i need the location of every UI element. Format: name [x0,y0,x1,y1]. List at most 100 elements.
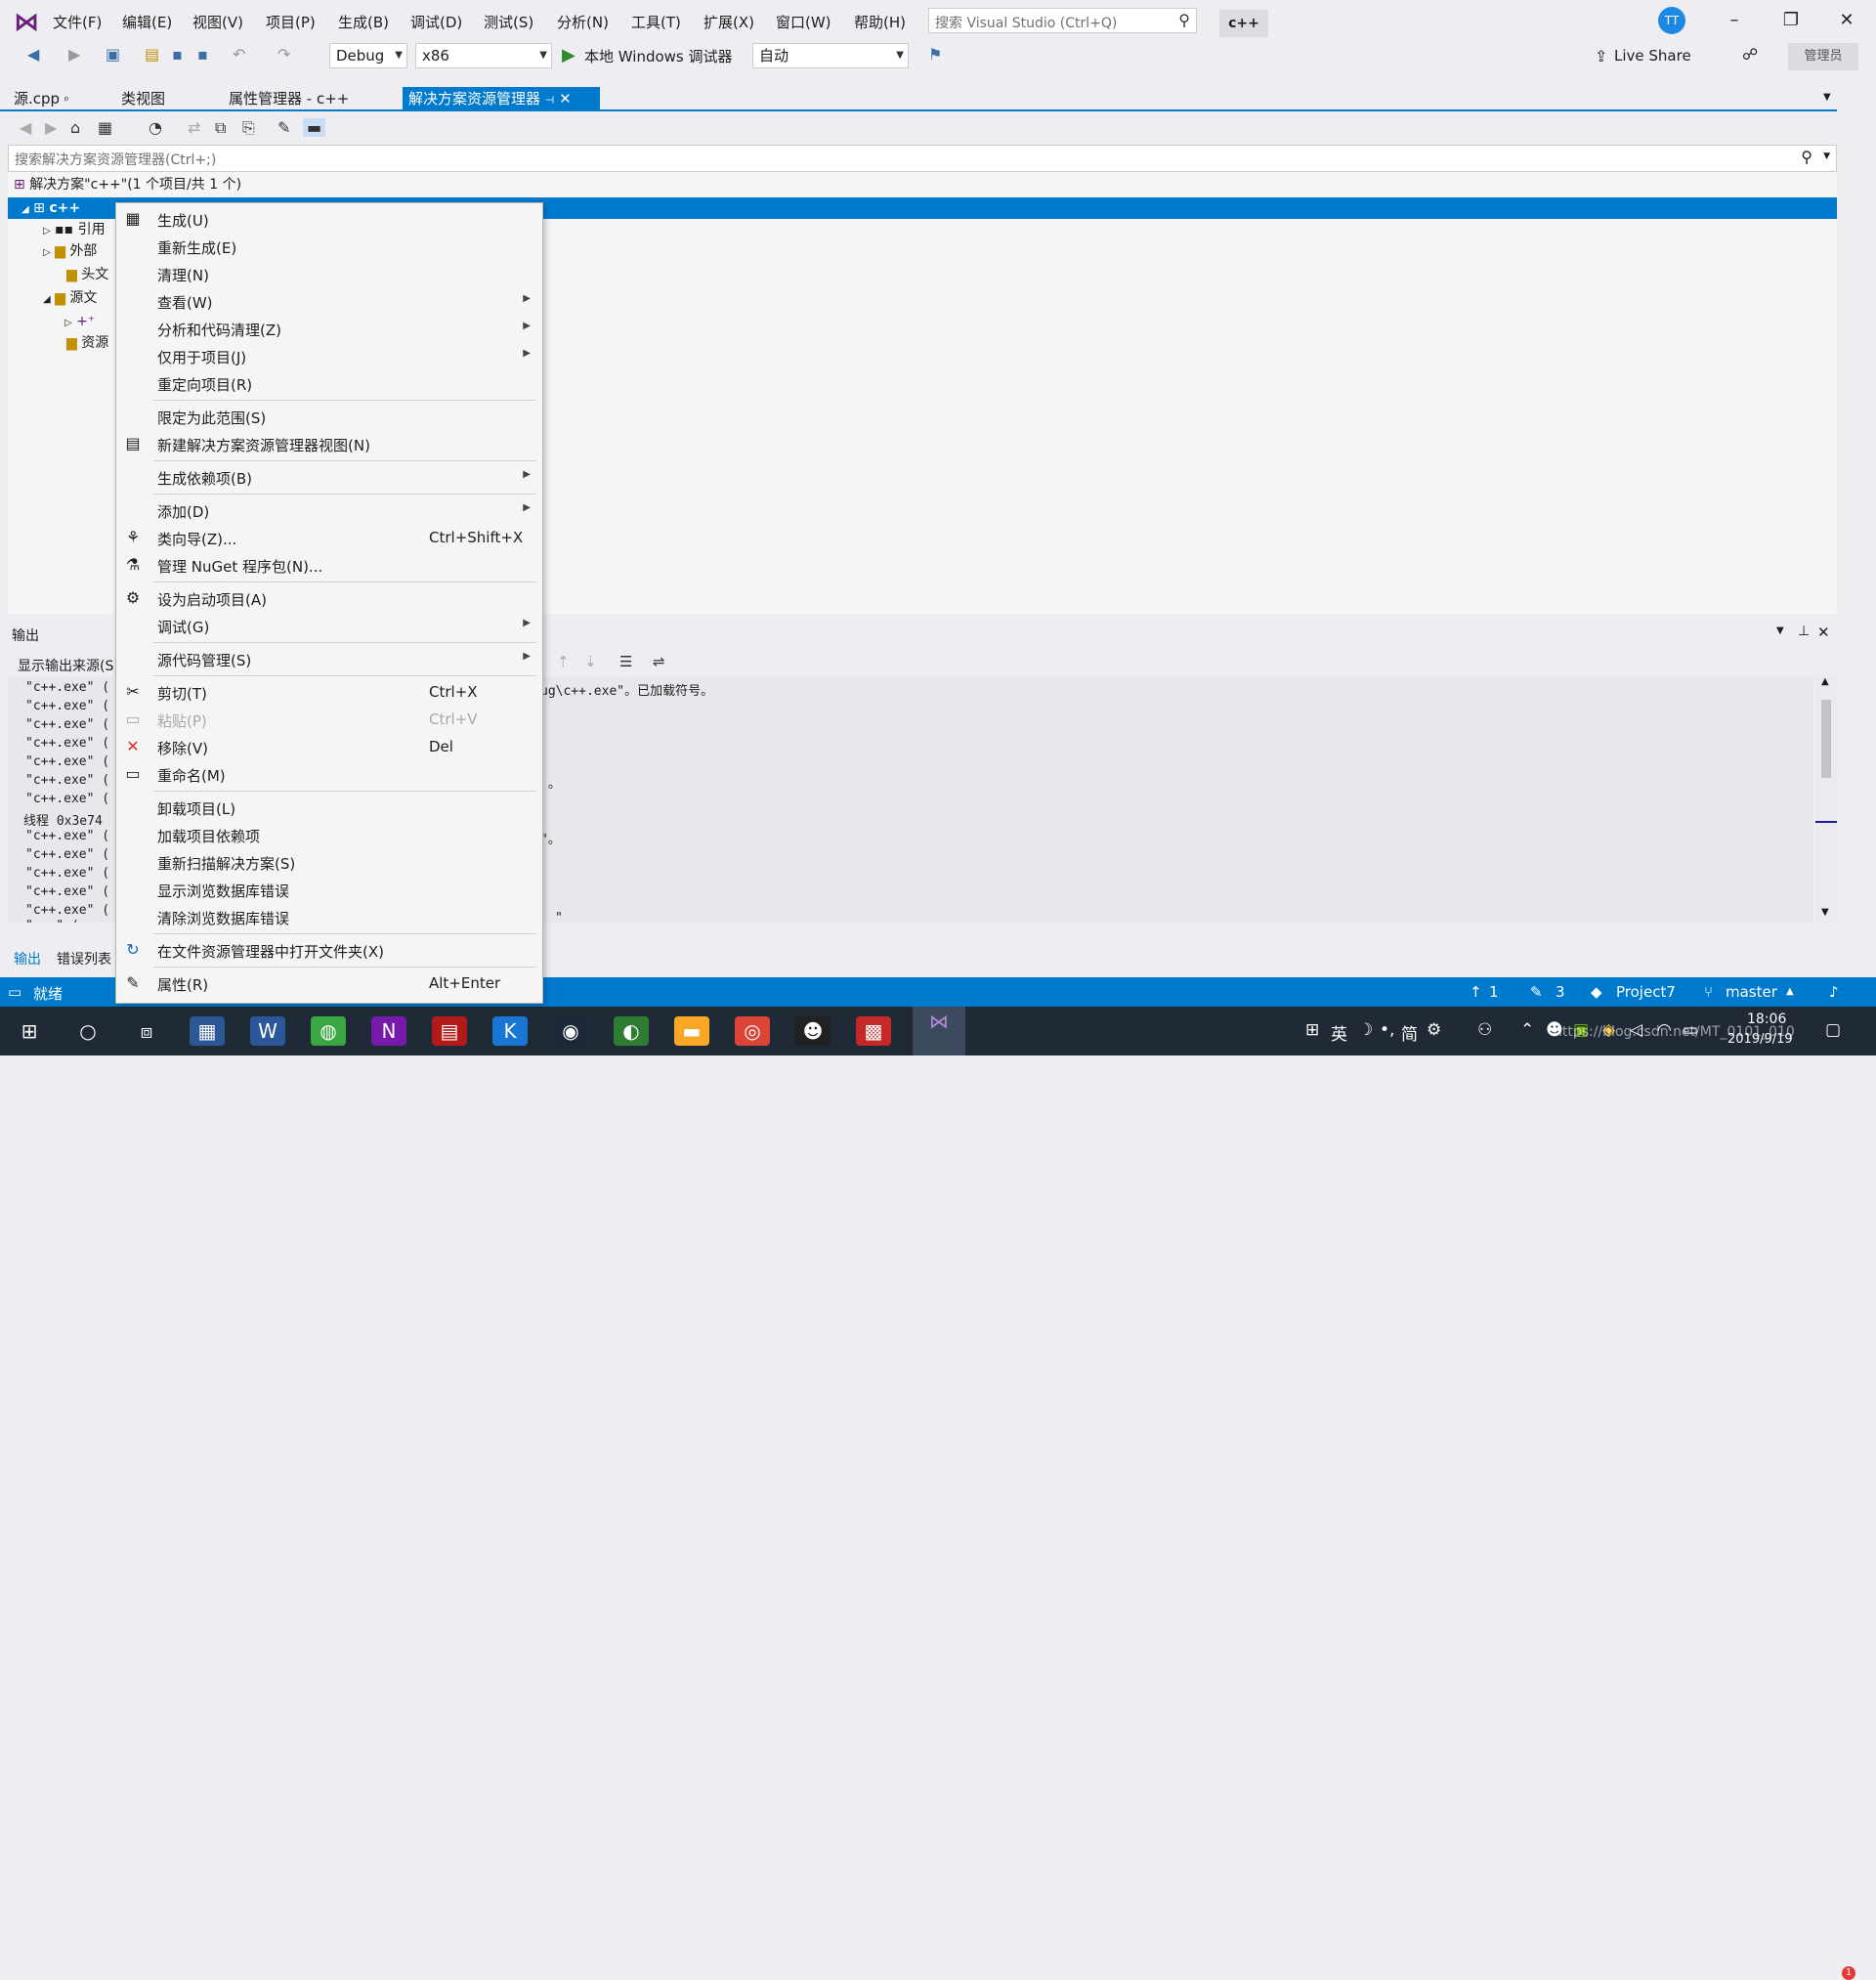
menu-project[interactable]: 项目(P) [266,12,316,32]
pin-icon[interactable]: ⊥ [1798,624,1810,639]
menu-build-dependencies[interactable]: 生成依赖项(B) ▶ [116,463,542,491]
moon-icon[interactable]: ☽ [1358,1020,1373,1040]
changes-count[interactable]: 3 [1556,983,1565,1001]
tree-sources[interactable]: ◢ ▆ 源文 [43,287,97,309]
menu-source-control[interactable]: 源代码管理(S) ▶ [116,645,542,672]
pin-icon[interactable]: ᵖ [64,94,69,107]
menu-rescan-solution[interactable]: 重新扫描解决方案(S) [116,848,542,876]
menu-project-only[interactable]: 仅用于项目(J) ▶ [116,342,542,369]
scroll-down-icon[interactable]: ▼ [1821,907,1829,918]
word-icon[interactable]: W [250,1016,285,1046]
steam-icon[interactable]: ◉ [553,1016,588,1046]
clear-all-icon[interactable]: ☰ [619,653,632,670]
action-center-icon[interactable]: ▢ [1825,1020,1841,1040]
qq-icon[interactable]: ☻ [795,1016,831,1046]
windows-start-icon[interactable]: ⊞ [12,1016,47,1046]
ime-grid-icon[interactable]: ⊞ [1305,1020,1319,1040]
menu-show-db-errors[interactable]: 显示浏览数据库错误 [116,876,542,903]
kugou-icon[interactable]: K [492,1016,528,1046]
debugger-select[interactable]: 本地 Windows 调试器 [584,46,733,66]
scroll-thumb[interactable] [1821,700,1831,778]
menu-help[interactable]: 帮助(H) [854,12,906,32]
show-hidden-icons[interactable]: ⌃ [1520,1020,1534,1040]
redo-icon[interactable]: ↷ [277,45,290,64]
tree-external[interactable]: ▷ ▆ 外部 [43,240,97,262]
collapse-all-icon[interactable]: ⧉ [215,118,226,138]
preview-icon[interactable]: ▬ [303,118,326,137]
people-icon[interactable]: ⚇ [1477,1020,1492,1040]
menu-cut[interactable]: ✂ 剪切(T) Ctrl+X [116,678,542,706]
word-wrap-icon[interactable]: ⇌ [653,653,665,670]
menu-build[interactable]: ▦ 生成(U) [116,205,542,233]
close-icon[interactable]: ✕ [1817,624,1830,641]
winrar-icon[interactable]: ▤ [432,1016,467,1046]
collapsed-icon[interactable]: ▷ [43,226,51,237]
menu-analyze-cleanup[interactable]: 分析和代码清理(Z) ▶ [116,315,542,342]
branch-name[interactable]: master [1726,983,1777,1001]
menu-load-dependencies[interactable]: 加载项目依赖项 [116,821,542,848]
expanded-icon[interactable]: ◢ [43,294,51,305]
scroll-up-icon[interactable]: ▲ [1821,676,1829,687]
app-grid-icon[interactable]: ▩ [856,1016,891,1046]
visual-studio-taskbar-icon[interactable]: ⋈ [913,1007,965,1055]
bell-icon[interactable]: ♪ [1829,983,1839,1001]
chevron-down-icon[interactable]: ▼ [1823,151,1830,161]
wechat-icon[interactable]: ◍ [311,1016,346,1046]
save-all-icon[interactable]: ▪ [197,45,208,64]
output-scrollbar[interactable]: ▲ ▼ [1815,676,1837,923]
tab-source-cpp[interactable]: 源.cpp ᵖ [8,87,75,110]
chevron-up-icon[interactable]: ▲ [1786,986,1794,997]
task-view-icon[interactable]: ⧈ [129,1016,164,1046]
forward-icon[interactable]: ▶ [45,118,57,137]
menu-unload-project[interactable]: 卸载项目(L) [116,794,542,821]
switch-views-icon[interactable]: ▦ [98,118,112,137]
menu-open-in-explorer[interactable]: ↻ 在文件资源管理器中打开文件夹(X) [116,936,542,964]
prev-message-icon[interactable]: ⇡ [557,653,570,670]
ime-simplified[interactable]: 简 [1401,1020,1418,1045]
menu-debug[interactable]: 调试(D) [410,12,462,32]
menu-build[interactable]: 生成(B) [338,12,389,32]
show-all-files-icon[interactable]: ⎘ [242,118,255,138]
vs-search-input[interactable]: 搜索 Visual Studio (Ctrl+Q) ⚲ [928,8,1197,33]
tab-class-view[interactable]: 类视图 [115,87,171,110]
avatar[interactable]: TT [1658,7,1685,34]
menu-properties[interactable]: ✎ 属性(R) Alt+Enter [116,969,542,997]
menu-remove[interactable]: ✕ 移除(V) Del [116,733,542,760]
file-explorer-icon[interactable]: ▬ [674,1016,709,1046]
tab-error-list[interactable]: 错误列表 [57,949,111,968]
tree-solution[interactable]: ⊞ 解决方案"c++"(1 个项目/共 1 个) [14,174,241,195]
home-icon[interactable]: ⌂ [70,118,80,137]
expanded-icon[interactable]: ◢ [21,204,29,215]
close-tab-icon[interactable]: ✕ [559,90,572,108]
platform-select[interactable]: x86 ▼ [415,43,552,68]
wrench-icon[interactable]: ✎ [277,118,290,137]
menu-tools[interactable]: 工具(T) [631,12,681,32]
attach-icon[interactable]: ⚑ [928,45,942,64]
menu-window[interactable]: 窗口(W) [776,12,831,32]
configuration-select[interactable]: Debug ▼ [329,43,407,68]
start-debug-icon[interactable]: ▶ [562,45,576,65]
close-icon[interactable]: ✕ [1827,6,1866,35]
menu-class-wizard[interactable]: ⚘ 类向导(Z)... Ctrl+Shift+X [116,524,542,551]
pending-changes-icon[interactable]: ◔ [149,118,162,137]
live-share-button[interactable]: Live Share [1614,47,1691,65]
unpushed-count[interactable]: 1 [1489,983,1499,1001]
tab-output[interactable]: 输出 [14,949,41,968]
open-folder-icon[interactable]: ▤ [145,45,159,64]
menu-file[interactable]: 文件(F) [53,12,102,32]
feedback-icon[interactable]: ☍ [1742,45,1758,64]
punctuation-icon[interactable]: •, [1380,1020,1394,1040]
tab-overflow-icon[interactable]: ▼ [1823,92,1831,103]
menu-new-explorer-view[interactable]: ▤ 新建解决方案资源管理器视图(N) [116,430,542,457]
menu-retarget[interactable]: 重定向项目(R) [116,369,542,397]
menu-set-startup[interactable]: ⚙ 设为启动项目(A) [116,584,542,612]
menu-view[interactable]: 视图(V) [192,12,243,32]
globe-icon[interactable]: ◐ [614,1016,649,1046]
save-icon[interactable]: ▪ [172,45,183,64]
menu-view[interactable]: 查看(W) ▶ [116,287,542,315]
store-icon[interactable]: ▦ [190,1016,225,1046]
new-project-icon[interactable]: ▣ [106,45,120,64]
next-message-icon[interactable]: ⇣ [584,653,597,670]
minimize-icon[interactable]: – [1715,6,1754,35]
undo-icon[interactable]: ↶ [233,45,245,64]
